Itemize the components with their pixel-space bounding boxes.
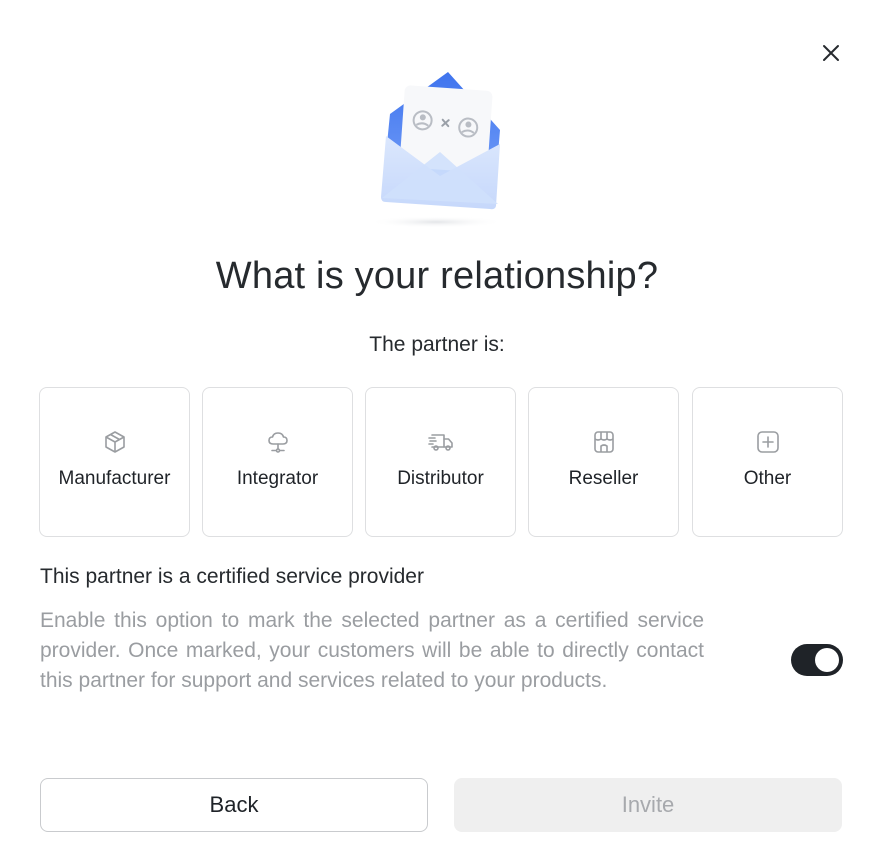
close-button[interactable]	[817, 39, 845, 67]
option-label: Integrator	[236, 468, 319, 489]
certified-provider-title: This partner is a certified service prov…	[40, 565, 424, 588]
close-icon	[823, 45, 839, 61]
storefront-icon	[590, 428, 618, 456]
invite-button[interactable]: Invite	[454, 778, 842, 832]
toggle-knob	[815, 648, 839, 672]
option-label: Other	[743, 468, 792, 489]
option-label: Reseller	[568, 468, 639, 489]
option-reseller[interactable]: Reseller	[528, 387, 679, 537]
delivery-truck-icon	[427, 428, 455, 456]
option-distributor[interactable]: Distributor	[365, 387, 516, 537]
option-label: Distributor	[397, 468, 484, 489]
certified-provider-toggle[interactable]	[791, 644, 843, 676]
page-title: What is your relationship?	[215, 255, 659, 297]
certified-provider-description: Enable this option to mark the selected …	[40, 609, 704, 692]
plus-square-icon	[754, 428, 782, 456]
option-integrator[interactable]: Integrator	[202, 387, 353, 537]
option-other[interactable]: Other	[692, 387, 843, 537]
envelope-illustration	[360, 66, 520, 234]
cloud-network-icon	[264, 428, 292, 456]
relationship-options: Manufacturer Integrator Distributor Rese…	[39, 387, 843, 537]
option-manufacturer[interactable]: Manufacturer	[39, 387, 190, 537]
box-icon	[101, 428, 129, 456]
back-button[interactable]: Back	[40, 778, 428, 832]
page-subtitle: The partner is:	[369, 333, 505, 356]
option-label: Manufacturer	[58, 468, 171, 489]
